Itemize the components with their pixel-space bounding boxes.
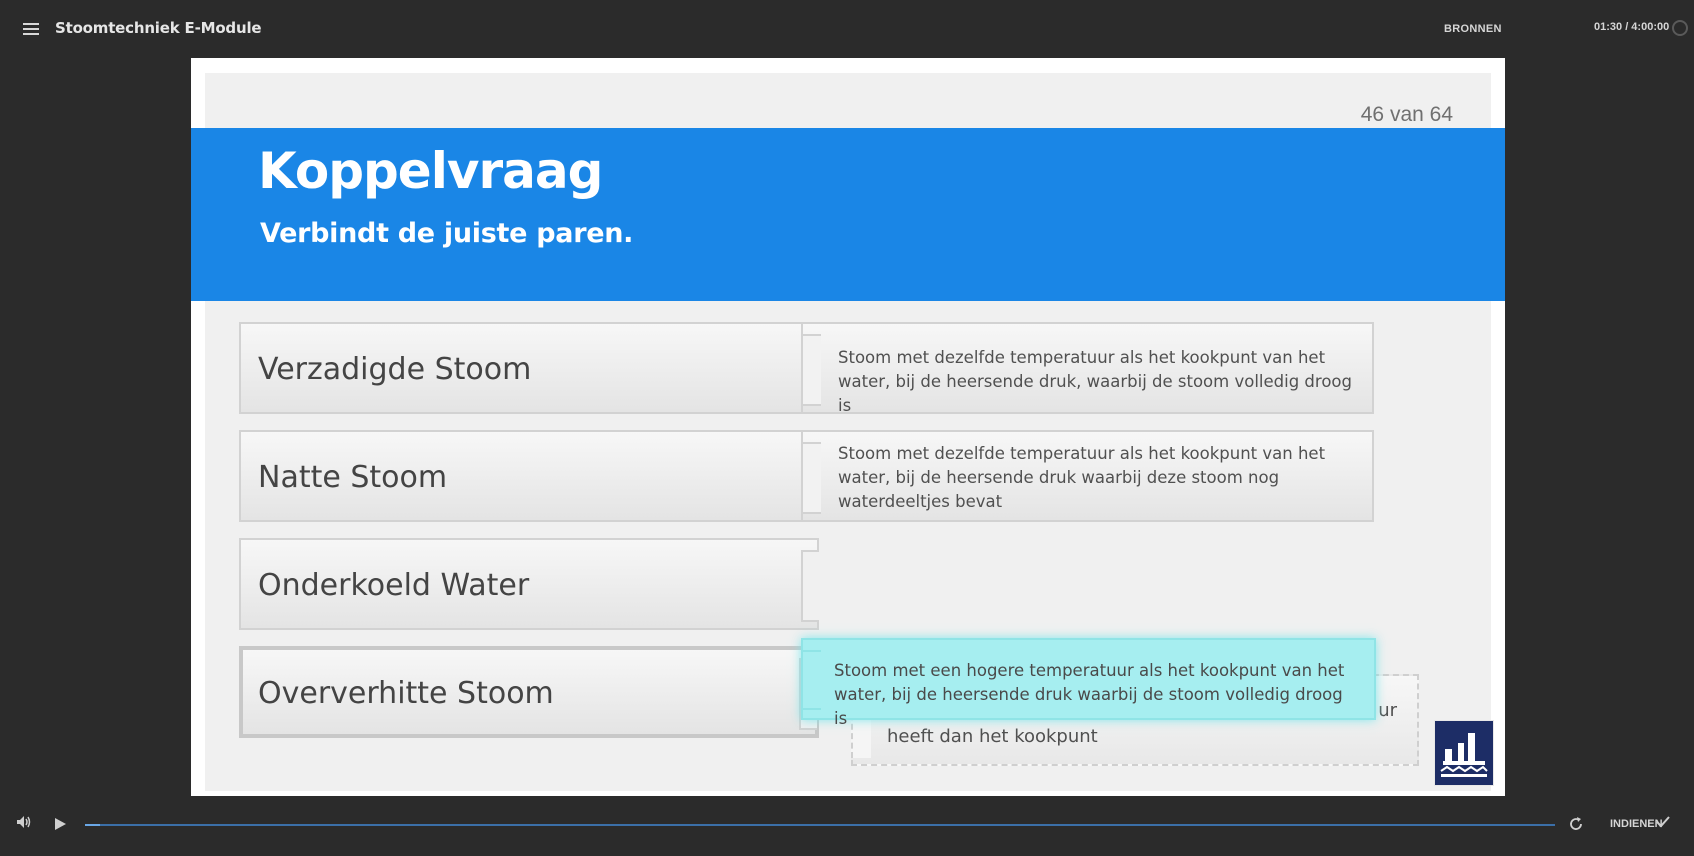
check-icon[interactable] xyxy=(1655,815,1671,834)
company-logo xyxy=(1434,720,1494,786)
bottom-bar xyxy=(0,804,1694,856)
definition-tile[interactable]: Stoom met dezelfde temperatuur als het k… xyxy=(801,322,1374,415)
term-label: Oververhitte Stoom xyxy=(258,676,554,711)
term-label: Verzadigde Stoom xyxy=(258,352,532,387)
term-tile-oververhitte-stoom: Oververhitte Stoom xyxy=(239,646,819,738)
definition-tile[interactable]: Stoom met dezelfde temperatuur als het k… xyxy=(801,430,1374,522)
volume-icon[interactable] xyxy=(16,815,32,834)
definition-connector xyxy=(801,442,821,514)
definition-text: Stoom met dezelfde temperatuur als het k… xyxy=(838,444,1326,511)
resources-button[interactable]: BRONNEN xyxy=(1444,23,1502,35)
term-tile-verzadigde-stoom: Verzadigde Stoom xyxy=(239,322,819,414)
term-slot[interactable] xyxy=(801,550,819,622)
question-instruction: Verbindt de juiste paren. xyxy=(260,218,634,249)
definition-connector xyxy=(801,650,821,710)
dragging-definition-tile[interactable]: Stoom met een hogere temperatuur als het… xyxy=(801,638,1376,728)
slide: 46 van 64 Koppelvraag Verbindt de juiste… xyxy=(191,58,1505,796)
definition-text: Stoom met dezelfde temperatuur als het k… xyxy=(838,348,1352,415)
term-tile-onderkoeld-water: Onderkoeld Water xyxy=(239,538,819,630)
term-tile-natte-stoom: Natte Stoom xyxy=(239,430,819,522)
term-label: Onderkoeld Water xyxy=(258,568,530,603)
app-title: Stoomtechniek E-Module xyxy=(55,19,262,37)
question-banner: Koppelvraag Verbindt de juiste paren. xyxy=(191,128,1505,301)
hamburger-icon[interactable] xyxy=(23,23,39,35)
term-label: Natte Stoom xyxy=(258,460,448,495)
progress-bar[interactable] xyxy=(85,824,1555,826)
reload-icon[interactable] xyxy=(1568,816,1584,837)
play-icon[interactable] xyxy=(55,818,66,830)
timer-progress-icon xyxy=(1672,20,1688,36)
definition-text: Stoom met een hogere temperatuur als het… xyxy=(834,661,1345,728)
timer: 01:30 / 4:00:00 xyxy=(1594,21,1670,33)
top-bar: Stoomtechniek E-Module BRONNEN 01:30 / 4… xyxy=(0,0,1694,58)
definition-connector xyxy=(801,334,821,406)
slide-counter: 46 van 64 xyxy=(1360,103,1453,126)
progress-fill xyxy=(85,824,100,826)
question-title: Koppelvraag xyxy=(258,142,603,200)
